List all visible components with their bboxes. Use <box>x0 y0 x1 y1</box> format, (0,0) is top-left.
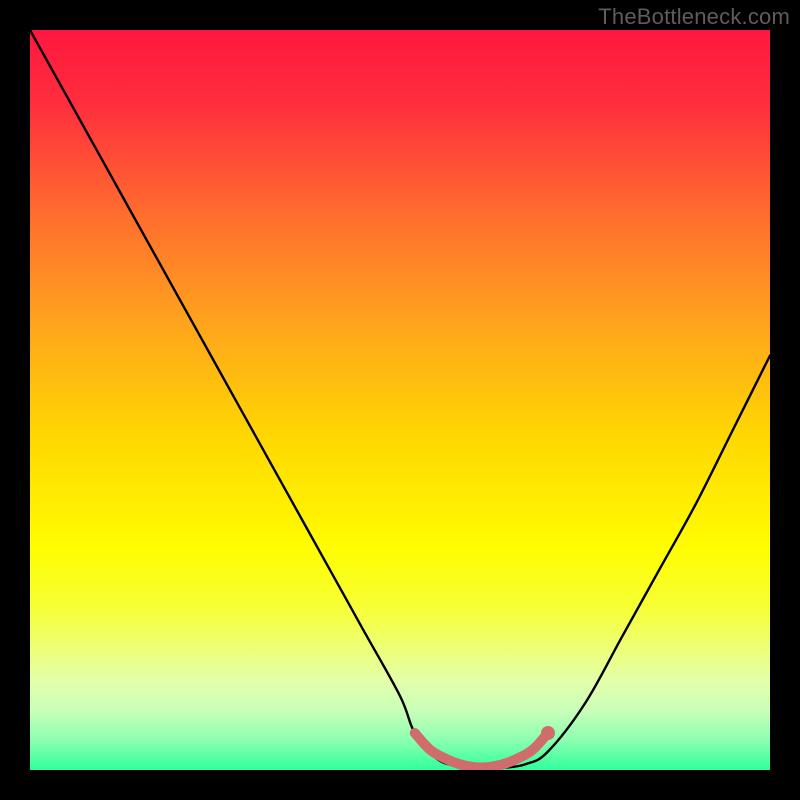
chart-frame: TheBottleneck.com <box>0 0 800 800</box>
bottleneck-curve <box>30 30 770 769</box>
watermark-text: TheBottleneck.com <box>598 4 790 30</box>
curve-layer <box>30 30 770 770</box>
sweet-spot-band-end-marker <box>541 726 555 740</box>
plot-area <box>30 30 770 770</box>
